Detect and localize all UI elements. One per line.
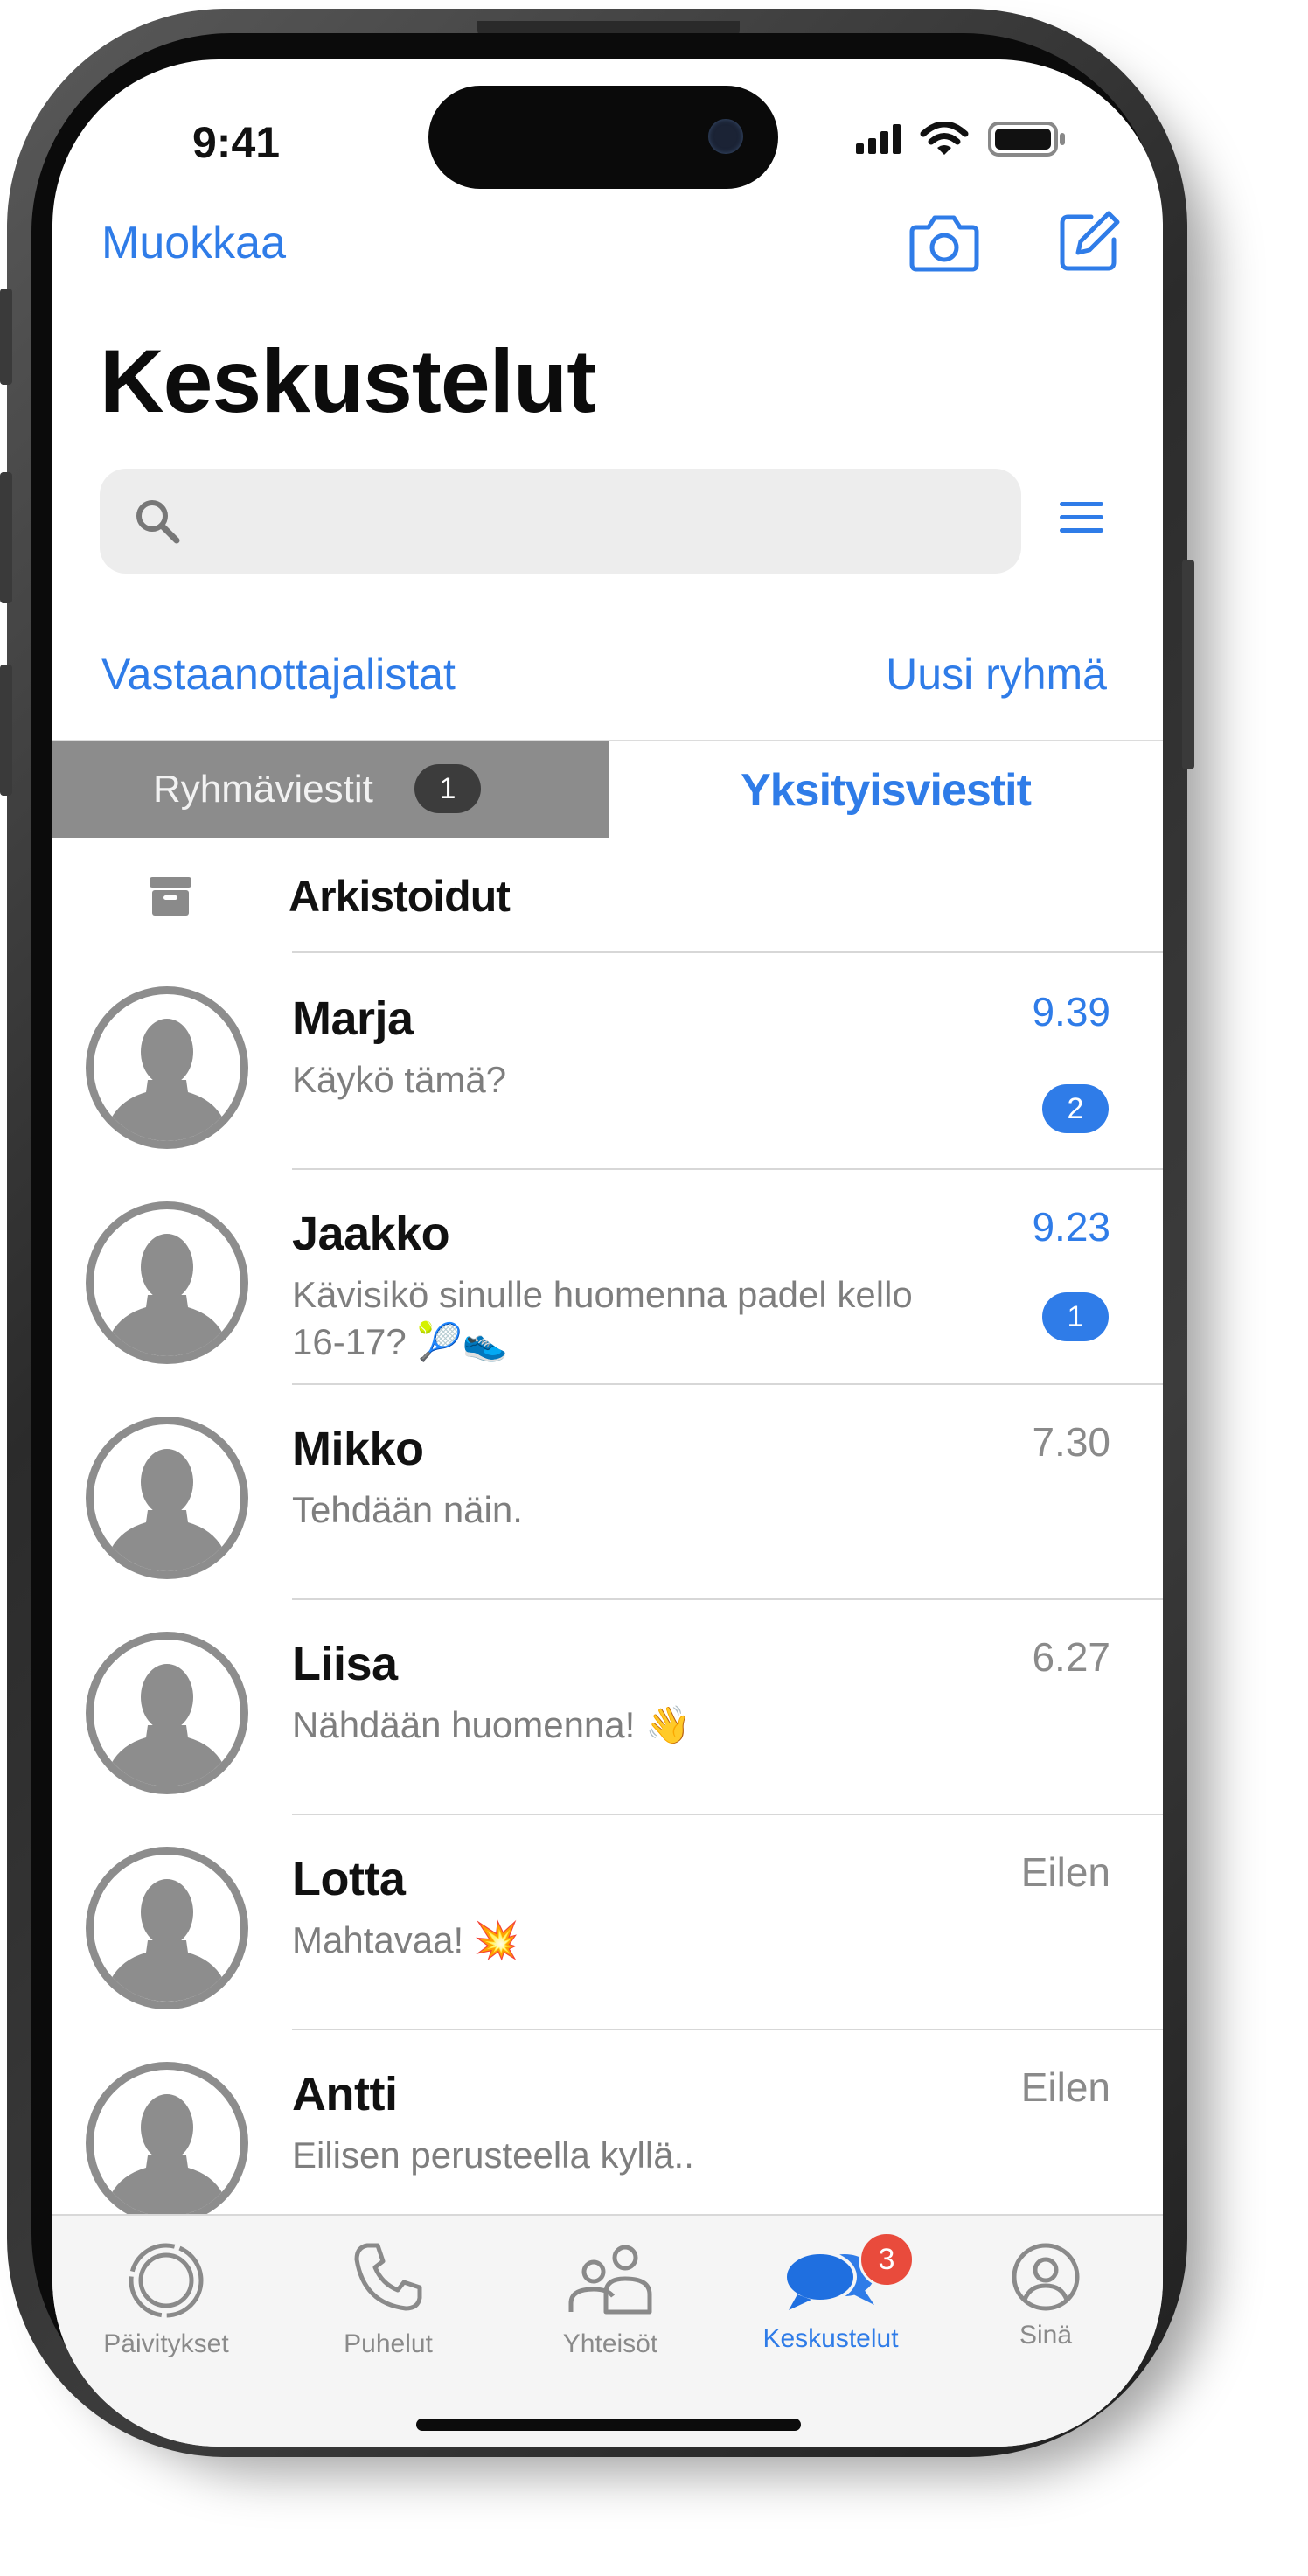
tab-group-messages-label: Ryhmäviestit (153, 768, 373, 811)
tab-chats[interactable]: 3 Keskustelut (726, 2216, 936, 2391)
tab-updates[interactable]: Päivitykset (61, 2216, 271, 2391)
avatar (86, 2062, 248, 2224)
action-button (0, 289, 12, 385)
chat-row[interactable]: Liisa Nähdään huomenna! 👋 6.27 (52, 1598, 1163, 1815)
chat-time: Eilen (1020, 2064, 1110, 2110)
tab-group-messages[interactable]: Ryhmäviestit 1 (52, 741, 609, 838)
home-indicator (416, 2419, 801, 2431)
front-camera (708, 119, 743, 154)
tab-communities[interactable]: Yhteisöt (505, 2216, 715, 2391)
chat-time: Eilen (1020, 1849, 1110, 1895)
chat-preview: Käykö tämä? (292, 1056, 939, 1104)
chat-preview: Eilisen perusteella kyllä.. (292, 2132, 939, 2179)
status-icons (856, 121, 1067, 157)
chat-preview-text: Nähdään huomenna! (292, 1704, 636, 1745)
tab-updates-label: Päivitykset (103, 2329, 229, 2358)
avatar (86, 1201, 248, 1364)
chat-row[interactable]: Mikko Tehdään näin. 7.30 (52, 1383, 1163, 1600)
chat-name: Liisa (292, 1638, 398, 1690)
tab-chats-label: Keskustelut (762, 2324, 899, 2353)
person-silhouette-icon (104, 1879, 230, 2002)
volume-down-button (0, 665, 12, 796)
person-silhouette-icon (104, 2094, 230, 2217)
cellular-signal-icon (856, 124, 901, 154)
avatar (86, 1847, 248, 2009)
chat-time: 6.27 (1032, 1634, 1110, 1680)
filter-icon[interactable] (1058, 498, 1105, 537)
tab-communities-label: Yhteisöt (562, 2329, 658, 2358)
chat-time: 9.39 (1032, 989, 1110, 1034)
unread-badge: 2 (1042, 1084, 1109, 1133)
chat-name: Antti (292, 2068, 398, 2120)
chat-preview-text: Kävisikö sinulle huomenna padel kello 16… (292, 1274, 913, 1362)
power-button (1182, 560, 1194, 769)
avatar (86, 1632, 248, 1794)
volume-up-button (0, 472, 12, 603)
chat-row[interactable]: Lotta Mahtavaa! 💥 Eilen (52, 1814, 1163, 2030)
person-silhouette-icon (104, 1449, 230, 1571)
search-input[interactable] (100, 469, 1021, 574)
broadcast-lists-link[interactable]: Vastaanottajalistat (101, 649, 456, 700)
updates-icon (129, 2243, 204, 2318)
new-group-link[interactable]: Uusi ryhmä (886, 649, 1107, 700)
chat-preview: Mahtavaa! 💥 (292, 1917, 939, 1964)
dynamic-island (428, 86, 778, 189)
person-silhouette-icon (104, 1664, 230, 1786)
screen: 9:41 Muokkaa Keskustelut Vastaanottajali… (52, 59, 1163, 2447)
tab-you-label: Sinä (1019, 2321, 1073, 2350)
chat-preview: Tehdään näin. (292, 1486, 939, 1534)
chat-row[interactable]: Jaakko Kävisikö sinulle huomenna padel ke… (52, 1168, 1163, 1385)
person-silhouette-icon (104, 1019, 230, 1141)
group-messages-badge: 1 (414, 764, 481, 813)
chat-time: 9.23 (1032, 1204, 1110, 1250)
chat-preview-text: Eilisen perusteella kyllä.. (292, 2134, 694, 2176)
wifi-icon (920, 122, 969, 155)
person-silhouette-icon (104, 1234, 230, 1356)
chat-row[interactable]: Marja Käykö tämä? 9.39 2 (52, 953, 1163, 1170)
chat-preview-emoji: 👋 (645, 1704, 692, 1745)
status-time: 9:41 (192, 118, 281, 167)
chat-row[interactable]: Antti Eilisen perusteella kyllä.. Eilen (52, 2029, 1163, 2245)
tab-private-messages-label: Yksityisviestit (741, 765, 1032, 816)
unread-badge: 1 (1042, 1292, 1109, 1341)
profile-icon (1012, 2243, 1080, 2311)
chats-badge: 3 (859, 2231, 915, 2287)
compose-icon[interactable] (1056, 208, 1123, 275)
chat-preview-text: Käykö tämä? (292, 1059, 507, 1100)
tab-calls[interactable]: Puhelut (283, 2216, 493, 2391)
search-icon (136, 500, 180, 544)
avatar (86, 986, 248, 1149)
page-title: Keskustelut (100, 331, 596, 431)
tab-calls-label: Puhelut (344, 2329, 433, 2358)
tab-bar: Päivitykset Puhelut Yhteisöt 3 Keskustel… (52, 2214, 1163, 2447)
chat-preview-emoji: 💥 (473, 1919, 520, 1960)
tab-you[interactable]: Sinä (941, 2216, 1151, 2391)
communities-icon (568, 2245, 652, 2315)
camera-icon[interactable] (908, 212, 981, 275)
battery-icon (988, 122, 1065, 157)
avatar (86, 1417, 248, 1579)
archived-label: Arkistoidut (289, 872, 511, 921)
chat-preview-text: Tehdään näin. (292, 1489, 523, 1530)
chat-name: Lotta (292, 1853, 406, 1905)
chat-preview-emoji: 🎾👟 (416, 1321, 509, 1362)
chat-preview: Nähdään huomenna! 👋 (292, 1702, 939, 1749)
chat-preview-text: Mahtavaa! (292, 1919, 464, 1960)
chat-name: Mikko (292, 1423, 424, 1475)
archive-icon (150, 877, 191, 916)
chat-time: 7.30 (1032, 1419, 1110, 1465)
archived-row[interactable]: Arkistoidut (52, 838, 1163, 951)
chat-preview: Kävisikö sinulle huomenna padel kello 16… (292, 1271, 939, 1366)
edit-button[interactable]: Muokkaa (101, 217, 286, 269)
tab-private-messages[interactable]: Yksityisviestit (609, 741, 1163, 838)
phone-icon (354, 2243, 422, 2311)
chat-name: Jaakko (292, 1208, 450, 1260)
chat-name: Marja (292, 992, 414, 1045)
